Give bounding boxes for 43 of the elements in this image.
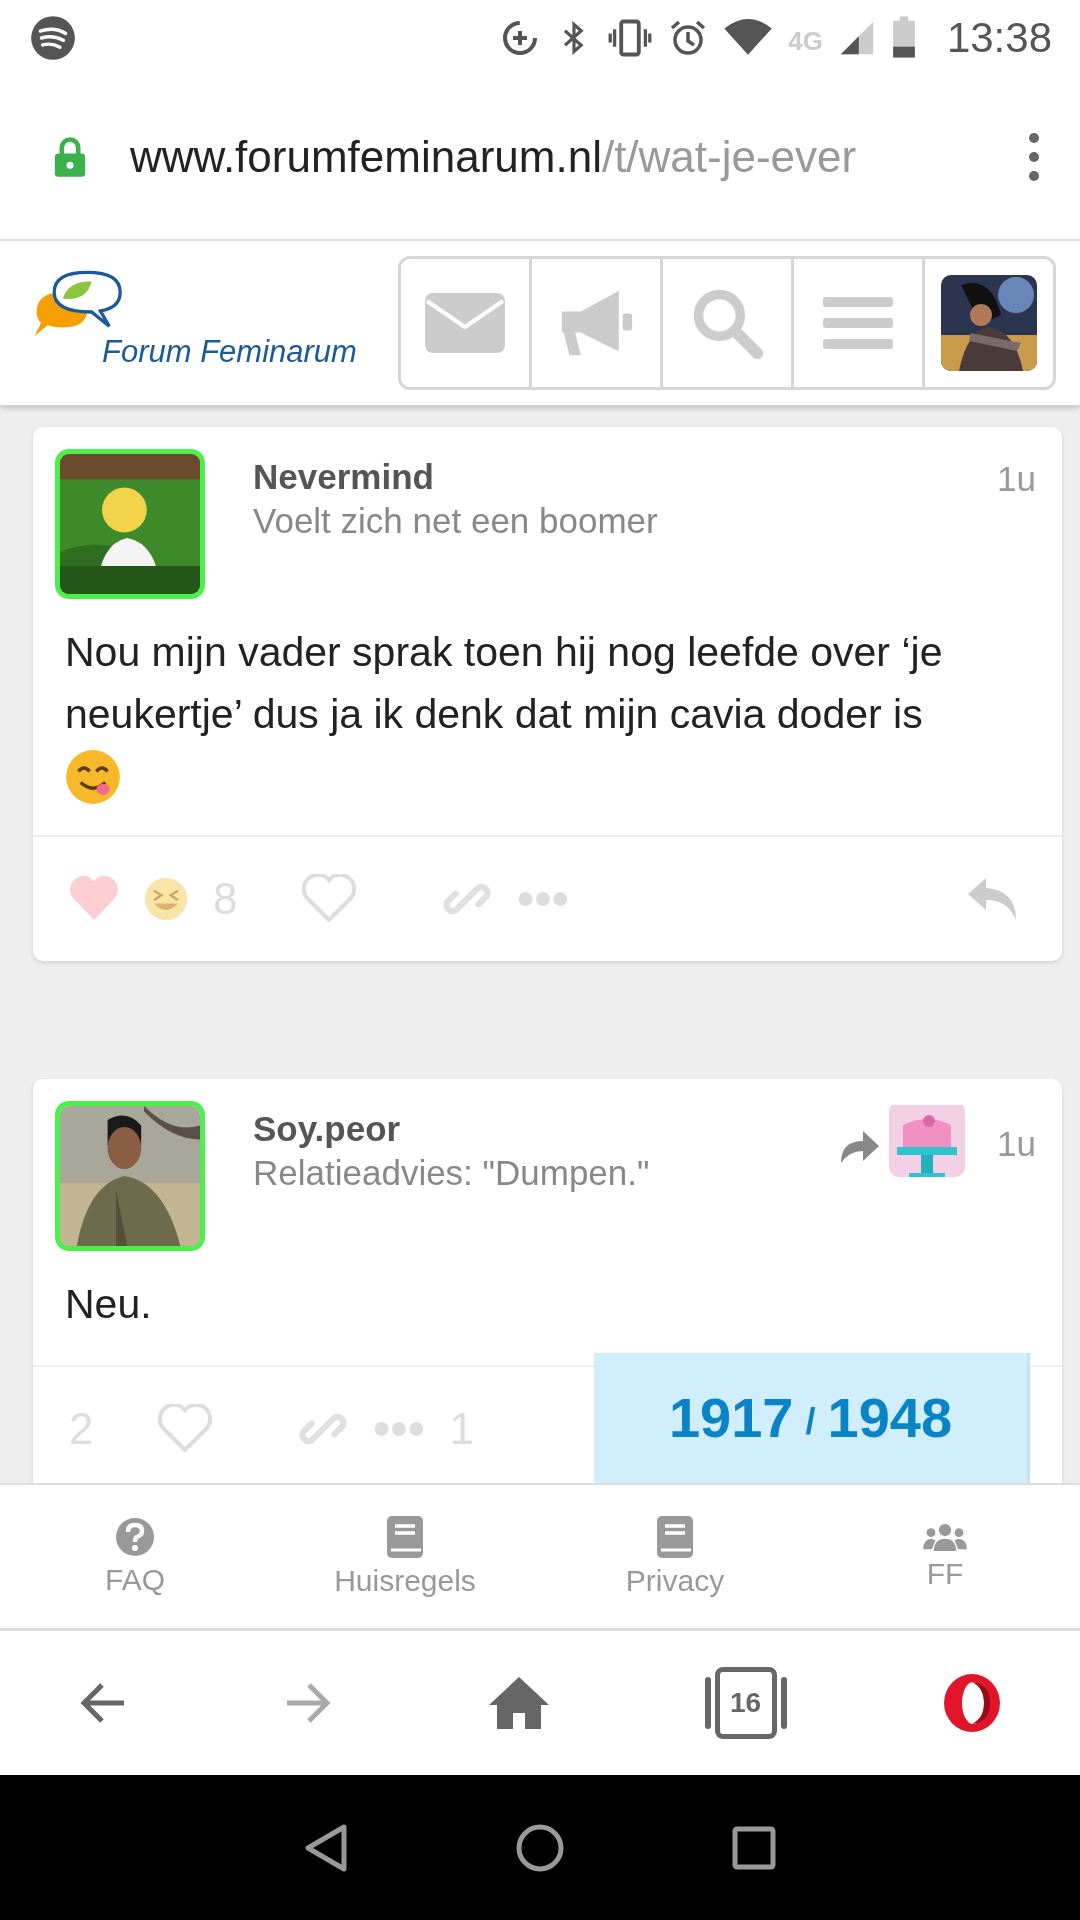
footer-link[interactable]: FAQ (105, 1562, 165, 1597)
clock-time: 13:38 (946, 13, 1052, 62)
back-triangle-icon[interactable] (303, 1822, 348, 1873)
smiling-emoji-icon (65, 749, 121, 805)
book-icon[interactable] (387, 1515, 423, 1558)
total-post-number: 1948 (827, 1385, 953, 1450)
footer-link[interactable]: Huisregels (334, 1563, 476, 1598)
recents-square-icon[interactable] (732, 1825, 777, 1870)
address-field[interactable]: www.forumfeminarum.nl/t/wat-je-ever (130, 132, 986, 182)
user-title: Voelt zich net een boomer (253, 501, 659, 541)
topic-progress-panel[interactable]: 1917 / 1948 (594, 1353, 1030, 1483)
heart-reaction-icon[interactable] (69, 876, 119, 922)
post-text: Neu. (65, 1281, 152, 1327)
battery-icon (890, 15, 917, 60)
book-icon[interactable] (657, 1515, 693, 1558)
user-title: Relatieadvies: "Dumpen." (253, 1153, 651, 1193)
group-icon[interactable] (923, 1522, 967, 1551)
footer-link[interactable]: Privacy (625, 1563, 725, 1598)
laughing-emoji-icon[interactable] (143, 876, 189, 922)
post-text: Nou mijn vader sprak toen hij nog leefde over ‘je neukertje’ dus ja ik denk dat mijn cavia doder is (65, 629, 943, 737)
messages-button[interactable] (401, 259, 532, 387)
more-icon[interactable] (373, 1420, 426, 1438)
like-heart-icon[interactable] (157, 1404, 214, 1454)
help-icon[interactable] (115, 1516, 155, 1557)
reply-arrow-icon (839, 1129, 880, 1163)
site-logo-text[interactable]: Forum Feminarum (102, 334, 357, 370)
o-logo-icon[interactable] (942, 1673, 1003, 1733)
wifi-icon (724, 18, 773, 57)
like-heart-icon[interactable] (301, 874, 358, 924)
username[interactable]: Nevermind (253, 457, 998, 497)
progress-separator: / (805, 1401, 816, 1443)
home-icon[interactable] (489, 1677, 549, 1729)
signal-icon (838, 19, 875, 56)
current-post-number: 1917 (668, 1385, 794, 1450)
username[interactable]: Soy.peor (253, 1109, 840, 1149)
envelope-icon (425, 293, 505, 353)
home-circle-icon[interactable] (515, 1822, 565, 1873)
footer-link[interactable]: FF (926, 1556, 964, 1591)
post-age: 1u (997, 459, 1036, 499)
post-age: 1u (997, 1124, 1036, 1164)
more-options-icon[interactable] (1028, 132, 1040, 182)
music-app-icon (30, 14, 76, 61)
more-icon[interactable] (517, 890, 570, 908)
